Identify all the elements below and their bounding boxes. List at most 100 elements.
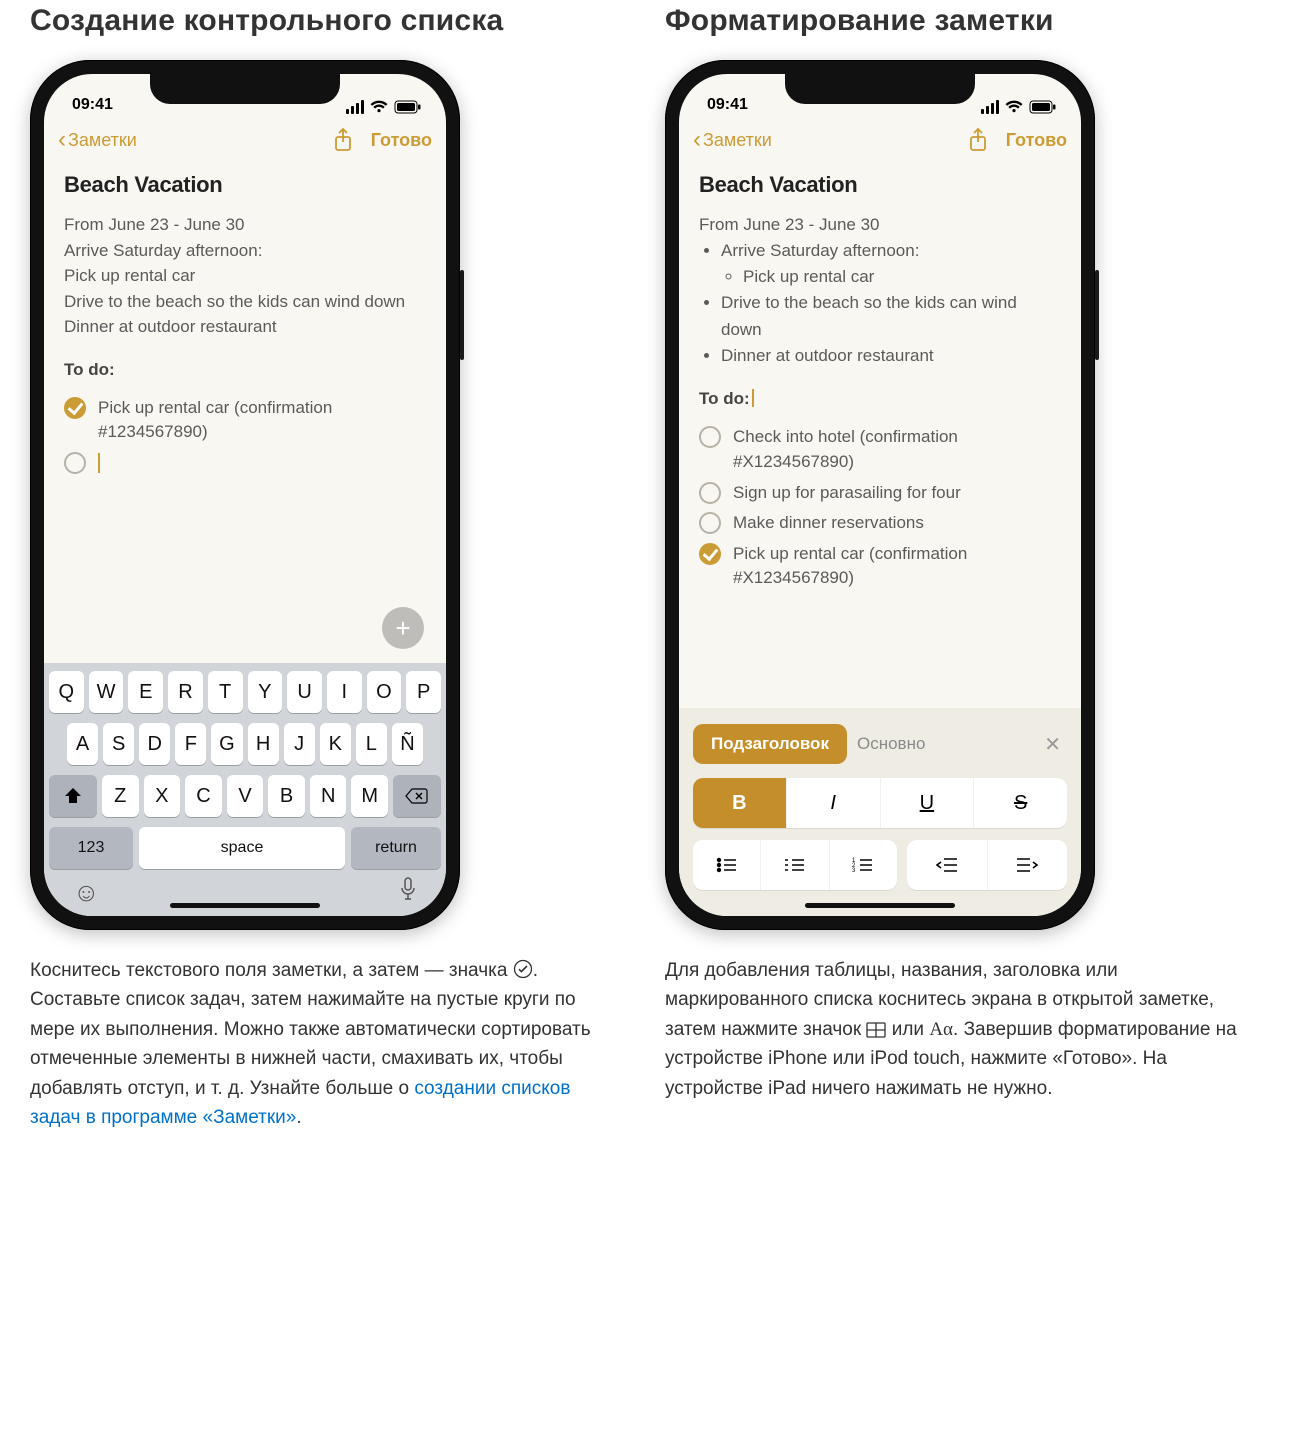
key-r[interactable]: R bbox=[168, 671, 203, 713]
dashed-list-button[interactable] bbox=[760, 840, 828, 890]
status-time: 09:41 bbox=[72, 96, 113, 114]
key-f[interactable]: F bbox=[175, 723, 206, 765]
emoji-icon[interactable]: ☺ bbox=[73, 877, 100, 908]
indent-button[interactable] bbox=[987, 840, 1068, 890]
checklist-circle-icon[interactable] bbox=[699, 512, 721, 534]
key-q[interactable]: Q bbox=[49, 671, 84, 713]
key-x[interactable]: X bbox=[144, 775, 181, 817]
note-line: Arrive Saturday afternoon: bbox=[64, 238, 426, 264]
checklist-check-icon[interactable] bbox=[699, 543, 721, 565]
status-time: 09:41 bbox=[707, 96, 748, 114]
note-line: Dinner at outdoor restaurant bbox=[64, 314, 426, 340]
aa-inline-icon: Aα bbox=[929, 1019, 953, 1040]
note-body[interactable]: Beach Vacation From June 23 - June 30 Ar… bbox=[679, 162, 1081, 708]
key-123[interactable]: 123 bbox=[49, 827, 133, 869]
key-j[interactable]: J bbox=[284, 723, 315, 765]
back-label: Заметки bbox=[68, 130, 137, 151]
todo-text: Pick up rental car (confirmation #123456… bbox=[98, 396, 426, 445]
done-button[interactable]: Готово bbox=[371, 130, 432, 151]
share-icon[interactable] bbox=[333, 128, 353, 152]
key-backspace[interactable] bbox=[393, 775, 441, 817]
todo-text: Sign up for parasailing for four bbox=[733, 481, 961, 506]
underline-button[interactable]: U bbox=[880, 778, 974, 828]
italic-button[interactable]: I bbox=[786, 778, 880, 828]
nav-bar: ‹ Заметки Готово bbox=[679, 118, 1081, 162]
share-icon[interactable] bbox=[968, 128, 988, 152]
todo-item[interactable]: Pick up rental car (confirmation #123456… bbox=[64, 396, 426, 445]
battery-icon bbox=[1029, 100, 1057, 114]
key-e[interactable]: E bbox=[128, 671, 163, 713]
note-title: Beach Vacation bbox=[64, 172, 426, 198]
key-o[interactable]: O bbox=[367, 671, 402, 713]
checklist-check-icon[interactable] bbox=[64, 397, 86, 419]
style-subheading-button[interactable]: Подзаголовок bbox=[693, 724, 847, 764]
todo-item[interactable]: Pick up rental car (confirmation #X12345… bbox=[699, 542, 1061, 591]
key-return[interactable]: return bbox=[351, 827, 441, 869]
todo-item[interactable]: Make dinner reservations bbox=[699, 511, 1061, 536]
back-button[interactable]: ‹ Заметки bbox=[58, 128, 137, 152]
chevron-left-icon: ‹ bbox=[58, 128, 66, 152]
outdent-button[interactable] bbox=[907, 840, 987, 890]
todo-text: Pick up rental car (confirmation #X12345… bbox=[733, 542, 1061, 591]
battery-icon bbox=[394, 100, 422, 114]
key-space[interactable]: space bbox=[139, 827, 345, 869]
signal-icon bbox=[346, 100, 364, 114]
note-body[interactable]: Beach Vacation From June 23 - June 30 Ar… bbox=[44, 162, 446, 663]
numbered-list-button[interactable]: 123 bbox=[829, 840, 897, 890]
todo-heading: To do: bbox=[64, 360, 115, 380]
todo-item[interactable]: Check into hotel (confirmation #X1234567… bbox=[699, 425, 1061, 474]
key-i[interactable]: I bbox=[327, 671, 362, 713]
mic-icon[interactable] bbox=[399, 877, 417, 908]
key-g[interactable]: G bbox=[211, 723, 242, 765]
key-z[interactable]: Z bbox=[102, 775, 139, 817]
todo-item[interactable]: Sign up for parasailing for four bbox=[699, 481, 1061, 506]
checklist-circle-icon[interactable] bbox=[699, 426, 721, 448]
key-v[interactable]: V bbox=[227, 775, 264, 817]
wifi-icon bbox=[1005, 100, 1023, 114]
key-w[interactable]: W bbox=[89, 671, 124, 713]
text-cursor bbox=[98, 453, 100, 473]
table-inline-icon bbox=[866, 1022, 886, 1038]
phone-right: 09:41 ‹ Заметки bbox=[665, 60, 1095, 930]
key-h[interactable]: H bbox=[248, 723, 279, 765]
key-c[interactable]: C bbox=[185, 775, 222, 817]
key-t[interactable]: T bbox=[208, 671, 243, 713]
key-b[interactable]: B bbox=[268, 775, 305, 817]
key-enye[interactable]: Ñ bbox=[392, 723, 423, 765]
todo-item-empty[interactable] bbox=[64, 451, 426, 474]
key-u[interactable]: U bbox=[287, 671, 322, 713]
style-body-button[interactable]: Основно bbox=[857, 734, 925, 754]
checklist-circle-icon[interactable] bbox=[699, 482, 721, 504]
checklist-inline-icon bbox=[513, 959, 533, 979]
key-k[interactable]: K bbox=[320, 723, 351, 765]
key-a[interactable]: A bbox=[67, 723, 98, 765]
phone-left: 09:41 ‹ Заметки bbox=[30, 60, 460, 930]
key-shift[interactable] bbox=[49, 775, 97, 817]
key-s[interactable]: S bbox=[103, 723, 134, 765]
strike-button[interactable]: S bbox=[973, 778, 1067, 828]
checklist-circle-icon[interactable] bbox=[64, 452, 86, 474]
note-line: From June 23 - June 30 bbox=[64, 212, 426, 238]
note-line: Pick up rental car bbox=[64, 263, 426, 289]
todo-text: Make dinner reservations bbox=[733, 511, 924, 536]
key-m[interactable]: M bbox=[351, 775, 388, 817]
list-item: Arrive Saturday afternoon: Pick up renta… bbox=[721, 238, 1061, 291]
key-y[interactable]: Y bbox=[248, 671, 283, 713]
list-item: Drive to the beach so the kids can wind … bbox=[721, 290, 1061, 343]
key-l[interactable]: L bbox=[356, 723, 387, 765]
note-title: Beach Vacation bbox=[699, 172, 1061, 198]
key-p[interactable]: P bbox=[406, 671, 441, 713]
done-button[interactable]: Готово bbox=[1006, 130, 1067, 151]
add-button[interactable]: + bbox=[382, 607, 424, 649]
keyboard: Q W E R T Y U I O P A S D bbox=[44, 663, 446, 916]
key-d[interactable]: D bbox=[139, 723, 170, 765]
key-n[interactable]: N bbox=[310, 775, 347, 817]
format-panel: Подзаголовок Основно ✕ B I U S bbox=[679, 708, 1081, 916]
bold-button[interactable]: B bbox=[693, 778, 786, 828]
notch bbox=[785, 74, 975, 104]
close-icon[interactable]: ✕ bbox=[1038, 728, 1067, 761]
todo-text: Check into hotel (confirmation #X1234567… bbox=[733, 425, 1061, 474]
bulleted-list-button[interactable] bbox=[693, 840, 760, 890]
back-button[interactable]: ‹ Заметки bbox=[693, 128, 772, 152]
list-item: Pick up rental car bbox=[743, 264, 1061, 290]
